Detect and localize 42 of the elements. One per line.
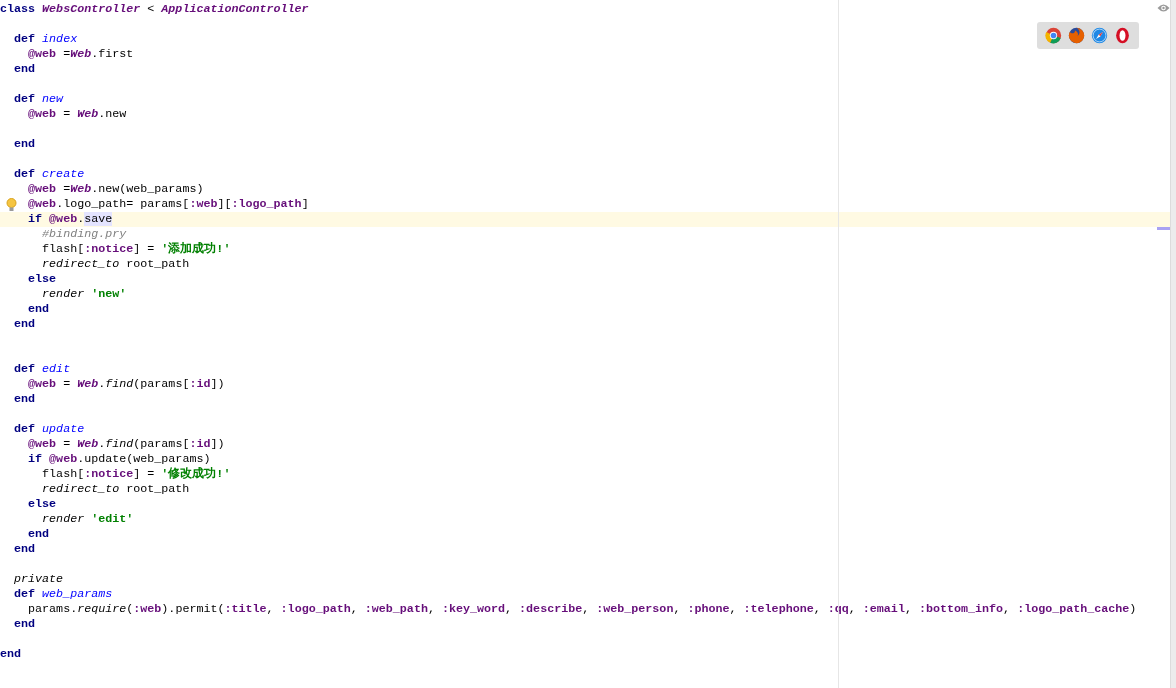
code-line: @web =Web.new(web_params): [28, 182, 204, 196]
browser-icon[interactable]: [1068, 27, 1085, 44]
code-line: def create: [14, 167, 85, 181]
code-line: else: [28, 497, 57, 511]
code-line: def web_params: [14, 587, 113, 601]
code-line: params.require(:web).permit(:title, :logo_path, :web_path, :key_word, :describe, :web_person, :phone, :telephone, :qq, :email, :bottom_info, :logo_path_cache): [28, 602, 1137, 616]
code-line: end: [14, 137, 36, 151]
browser-icon[interactable]: [1114, 27, 1131, 44]
eye-icon[interactable]: [1157, 3, 1170, 13]
browser-icon[interactable]: [1045, 27, 1062, 44]
code-line: def index: [14, 32, 78, 46]
code-line: end: [14, 617, 36, 631]
code-line: end: [28, 302, 50, 316]
code-line: redirect_to root_path: [42, 482, 190, 496]
code-line: end: [14, 392, 36, 406]
code-line: @web =Web.first: [28, 47, 134, 61]
code-line: flash[:notice] = '添加成功!': [42, 242, 231, 256]
code-line: def edit: [14, 362, 71, 376]
code-line: @web = Web.find(params[:id]): [28, 377, 225, 391]
code-line: private: [14, 572, 64, 586]
scroll-marker[interactable]: [1157, 227, 1171, 230]
code-line: @web = Web.find(params[:id]): [28, 437, 225, 451]
browser-icon[interactable]: [1091, 27, 1108, 44]
code-line: end: [14, 542, 36, 556]
code-line: render 'new': [42, 287, 127, 301]
code-line: @web.logo_path= params[:web][:logo_path]: [28, 197, 309, 211]
code-line: if @web.update(web_params): [28, 452, 211, 466]
code-line: #binding.pry: [42, 227, 127, 241]
code-line: redirect_to root_path: [42, 257, 190, 271]
code-line: def new: [14, 92, 64, 106]
code-line: end: [28, 527, 50, 541]
code-line: def update: [14, 422, 85, 436]
lightbulb-icon[interactable]: [6, 198, 17, 212]
code-line: else: [28, 272, 57, 286]
code-line: @web = Web.new: [28, 107, 127, 121]
code-line: class WebsController < ApplicationController: [0, 2, 309, 16]
code-line: end: [0, 647, 22, 661]
code-line: if @web.save: [28, 212, 113, 226]
code-line: end: [14, 62, 36, 76]
code-line: flash[:notice] = '修改成功!': [42, 467, 231, 481]
code-line: end: [14, 317, 36, 331]
code-line: render 'edit': [42, 512, 134, 526]
